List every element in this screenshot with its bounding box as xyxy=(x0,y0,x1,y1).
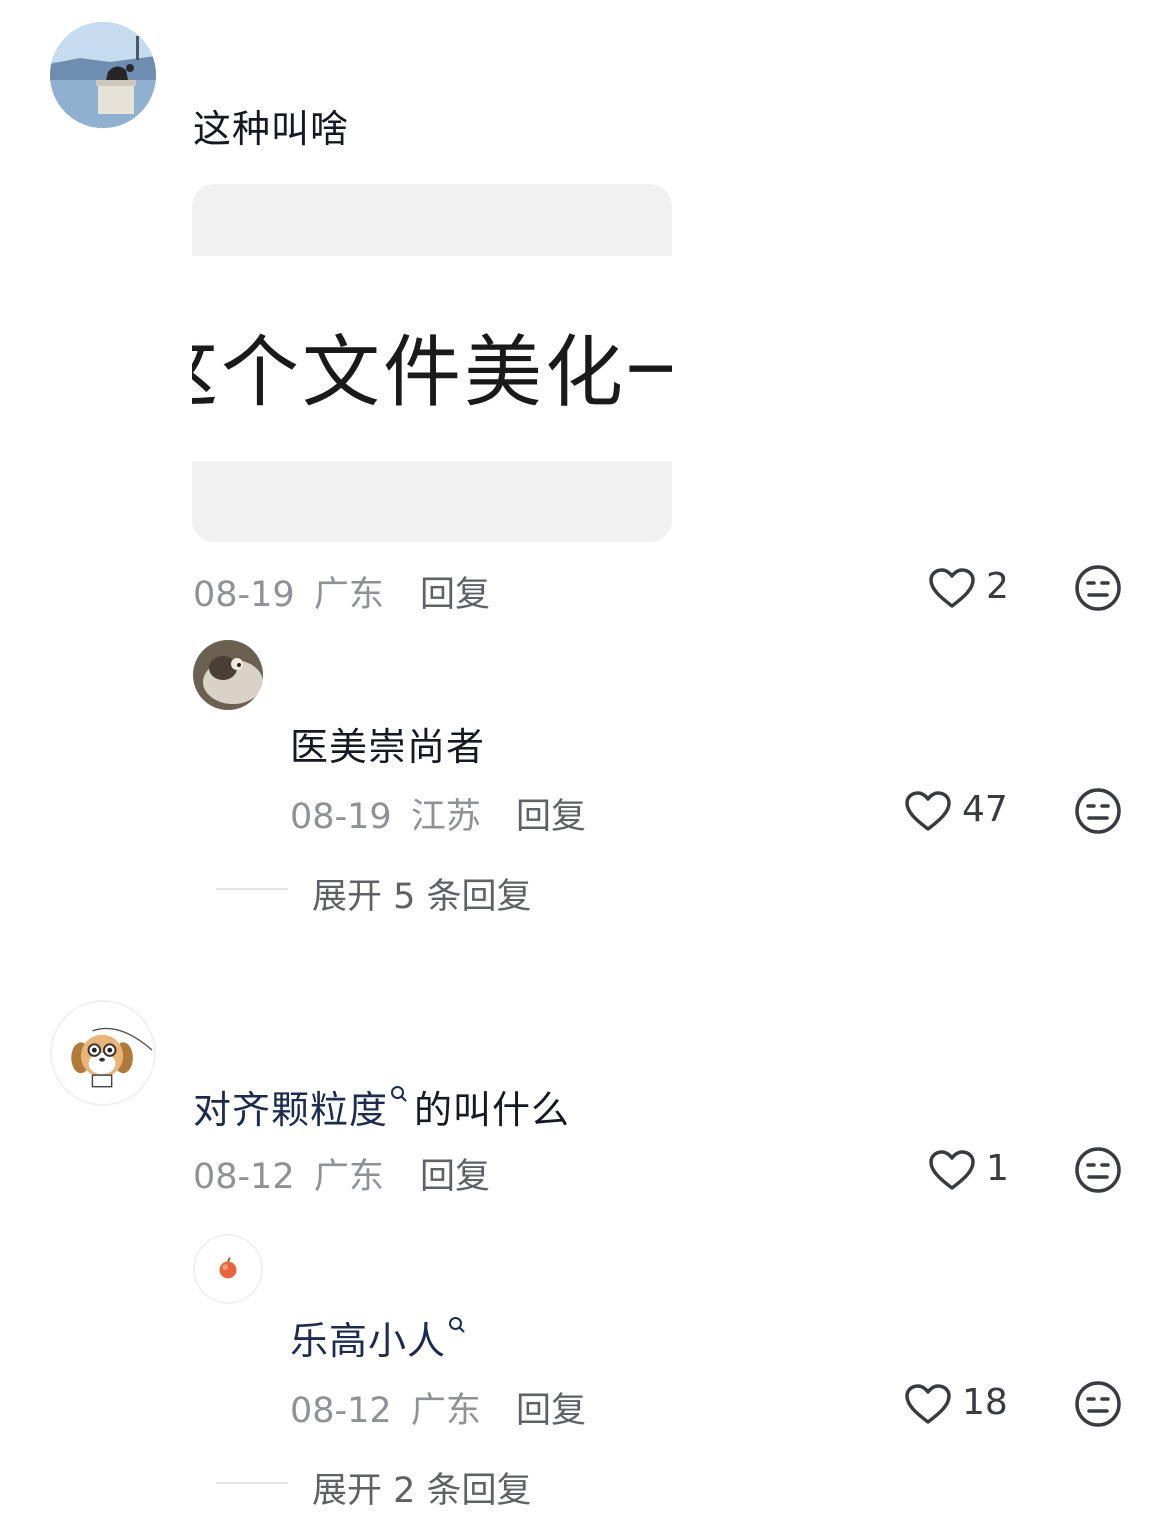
search-icon xyxy=(391,1086,407,1102)
comment-image[interactable]: 这个文件美化一 xyxy=(192,184,672,542)
reply-date: 08-19 江苏 xyxy=(290,788,481,839)
divider xyxy=(216,1482,288,1484)
search-keyword-link[interactable]: 乐高小人 xyxy=(290,1319,446,1363)
reply-button[interactable]: 回复 xyxy=(516,788,586,839)
heart-outline-icon xyxy=(905,1384,951,1424)
reply-button[interactable]: 回复 xyxy=(516,1382,586,1433)
heart-outline-icon xyxy=(929,568,975,608)
user-avatar[interactable] xyxy=(50,1000,156,1106)
avatar-apple-image xyxy=(195,1236,261,1302)
location-value: 江苏 xyxy=(410,797,481,837)
reply-avatar[interactable] xyxy=(193,640,263,710)
meh-face-icon xyxy=(1075,1147,1121,1193)
meh-face-icon xyxy=(1075,788,1121,834)
dislike-button[interactable] xyxy=(1074,787,1122,835)
location-value: 广东 xyxy=(313,1157,384,1197)
comment-date: 08-19 广东 xyxy=(193,566,384,617)
comment-text: 这种叫啥 xyxy=(193,107,350,151)
like-button[interactable]: 18 xyxy=(904,1382,1014,1428)
location-value: 广东 xyxy=(313,575,384,615)
like-button[interactable]: 47 xyxy=(904,789,1014,835)
reply-button[interactable]: 回复 xyxy=(420,1148,490,1199)
like-count: 2 xyxy=(986,566,1009,607)
comment-image-text: 这个文件美化一 xyxy=(192,328,672,418)
search-keyword-link[interactable]: 对齐颗粒度 xyxy=(193,1088,388,1132)
like-count: 47 xyxy=(962,789,1008,830)
user-avatar[interactable] xyxy=(50,22,156,128)
expand-replies-button[interactable]: 展开 2 条回复 xyxy=(312,1462,532,1513)
dislike-button[interactable] xyxy=(1074,1380,1122,1428)
location-value: 广东 xyxy=(410,1391,481,1431)
avatar-landscape-image xyxy=(50,22,156,128)
expand-replies-button[interactable]: 展开 5 条回复 xyxy=(312,868,532,919)
meh-face-icon xyxy=(1075,565,1121,611)
like-button[interactable]: 2 xyxy=(928,566,1028,612)
like-button[interactable]: 1 xyxy=(928,1148,1028,1194)
reply-text: 乐高小人 xyxy=(290,1310,466,1365)
heart-outline-icon xyxy=(929,1150,975,1190)
avatar-dog-cartoon-image xyxy=(52,1002,154,1104)
meh-face-icon xyxy=(1075,1381,1121,1427)
reply-avatar[interactable] xyxy=(193,1234,263,1304)
like-count: 18 xyxy=(962,1382,1008,1423)
dislike-button[interactable] xyxy=(1074,564,1122,612)
comment-text-rest: 的叫什么 xyxy=(414,1088,571,1132)
reply-text: 医美崇尚者 xyxy=(290,725,486,769)
avatar-cat-image xyxy=(193,640,263,710)
dislike-button[interactable] xyxy=(1074,1146,1122,1194)
date-value: 08-12 xyxy=(290,1391,392,1431)
date-value: 08-12 xyxy=(193,1157,295,1197)
divider xyxy=(216,888,288,890)
like-count: 1 xyxy=(986,1148,1009,1189)
reply-button[interactable]: 回复 xyxy=(420,566,490,617)
date-value: 08-19 xyxy=(193,575,295,615)
date-value: 08-19 xyxy=(290,797,392,837)
comment-text: 对齐颗粒度 的叫什么 xyxy=(193,1079,570,1134)
heart-outline-icon xyxy=(905,791,951,831)
search-icon xyxy=(449,1317,465,1333)
reply-date: 08-12 广东 xyxy=(290,1382,481,1433)
comment-date: 08-12 广东 xyxy=(193,1148,384,1199)
